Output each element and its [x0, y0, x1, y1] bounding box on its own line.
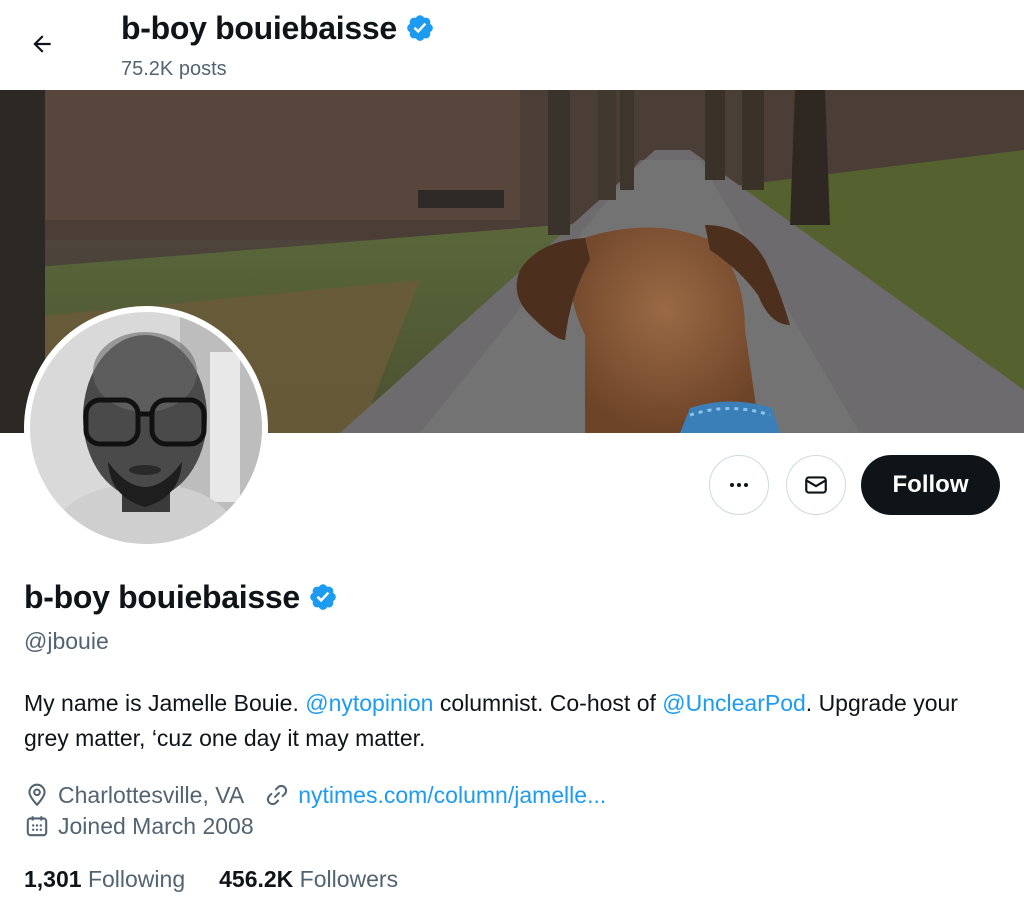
arrow-left-icon: [33, 35, 51, 53]
avatar-photo: [30, 312, 262, 544]
following-link[interactable]: 1,301 Following: [24, 864, 185, 894]
followers-count: 456.2K: [219, 866, 294, 892]
follow-button[interactable]: Follow: [861, 455, 1000, 515]
mention-link-nytopinion[interactable]: @nytopinion: [305, 690, 433, 716]
envelope-icon: [805, 476, 827, 494]
header-display-name: b-boy bouiebaisse: [121, 10, 397, 46]
followers-link[interactable]: 456.2K Followers: [219, 864, 398, 894]
website-link[interactable]: nytimes.com/column/jamelle...: [298, 780, 606, 810]
bio-text: columnist. Co-host of: [433, 690, 663, 716]
followers-label: Followers: [299, 866, 399, 892]
verified-badge-icon[interactable]: [405, 13, 435, 43]
message-button[interactable]: [786, 455, 846, 515]
more-options-button[interactable]: [709, 455, 769, 515]
website-item: nytimes.com/column/jamelle...: [264, 780, 606, 810]
post-count: 75.2K posts: [121, 58, 227, 80]
profile-name-row: b-boy bouiebaisse: [24, 576, 338, 618]
follow-stats: 1,301 Following 456.2K Followers: [24, 864, 432, 894]
header-name-row: b-boy bouiebaisse: [121, 8, 435, 48]
profile-meta-row: Charlottesville, VA nytimes.com/column/j…: [24, 780, 626, 810]
joined-date: Joined March 2008: [58, 813, 254, 839]
profile-header: b-boy bouiebaisse 75.2K posts: [0, 0, 1024, 90]
following-label: Following: [87, 866, 186, 892]
location-text: Charlottesville, VA: [58, 782, 245, 808]
location-pin-icon: [28, 783, 46, 807]
following-count: 1,301: [24, 866, 82, 892]
profile-bio: My name is Jamelle Bouie. @nytopinion co…: [24, 686, 1004, 756]
display-name: b-boy bouiebaisse: [24, 579, 300, 615]
verified-badge-icon[interactable]: [308, 582, 338, 612]
user-handle: @jbouie: [24, 628, 109, 654]
back-button[interactable]: [20, 22, 64, 66]
link-icon: [267, 784, 288, 806]
calendar-icon: [26, 816, 48, 837]
bio-text: My name is Jamelle Bouie.: [24, 690, 306, 716]
joined-item: Joined March 2008: [24, 811, 254, 841]
mention-link-unclearpod[interactable]: @UnclearPod: [662, 690, 806, 716]
more-dots-icon: [730, 483, 748, 487]
avatar[interactable]: [24, 306, 268, 550]
profile-meta-row: Joined March 2008: [24, 811, 274, 841]
location-item: Charlottesville, VA: [24, 780, 244, 810]
